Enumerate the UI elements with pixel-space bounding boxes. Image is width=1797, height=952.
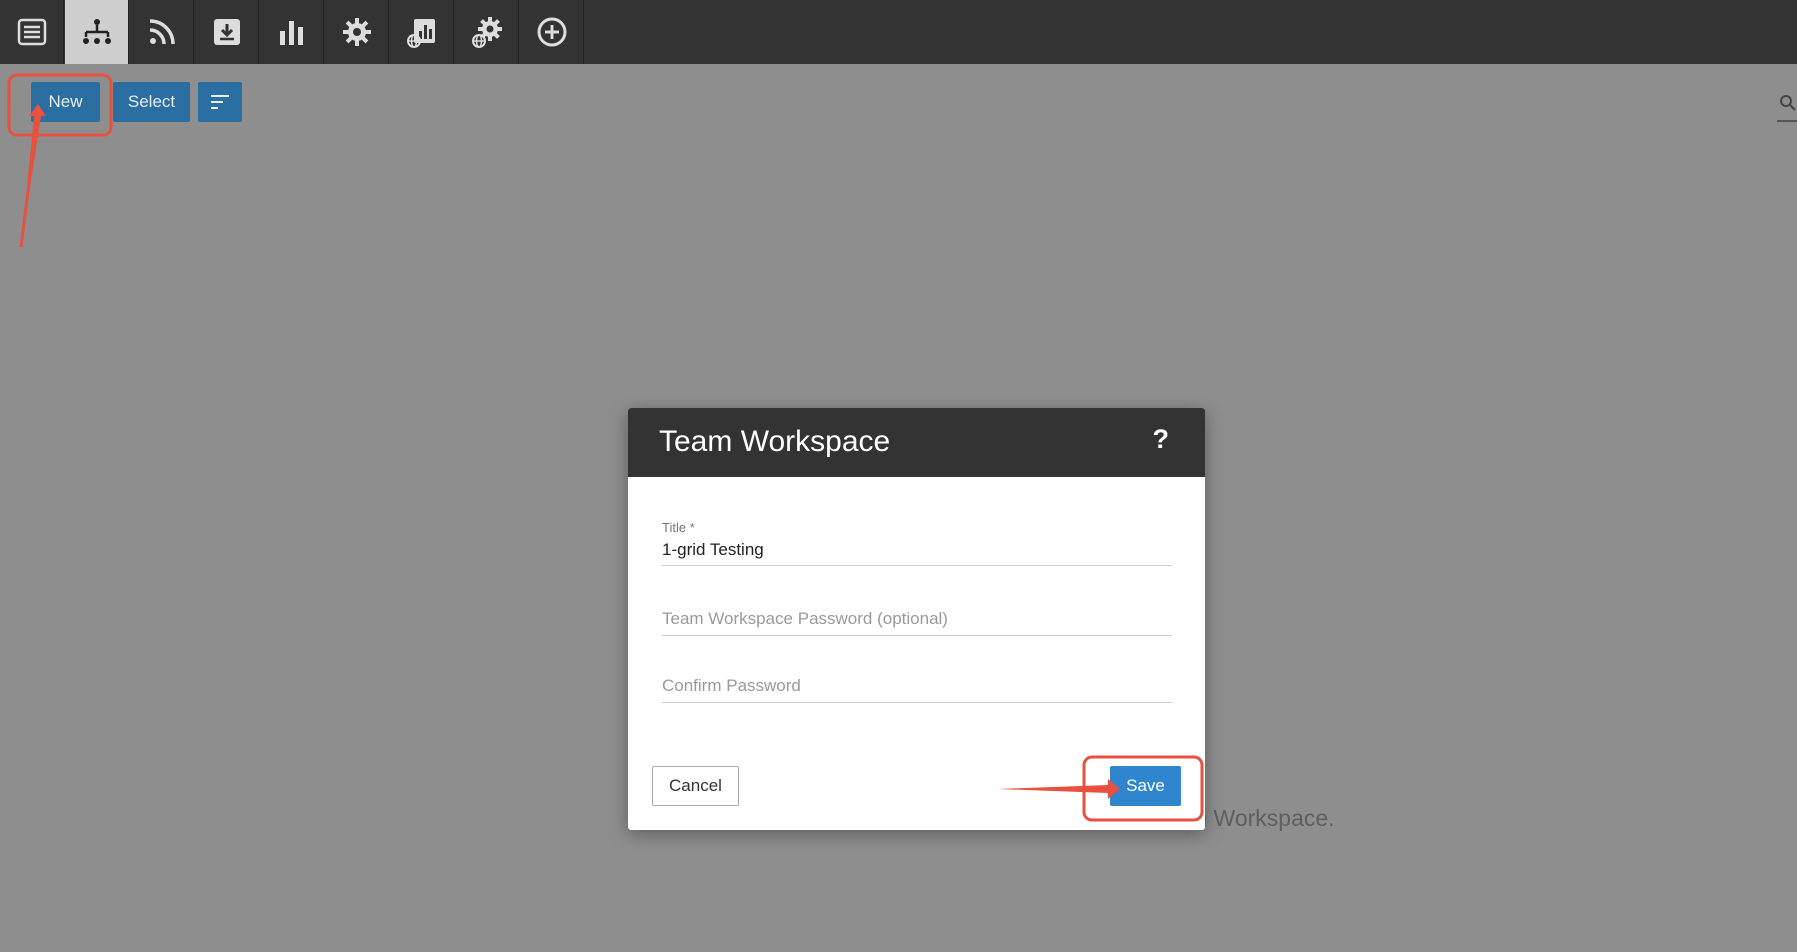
confirm-password-field[interactable]: Confirm Password bbox=[662, 676, 1172, 703]
title-field-value[interactable]: 1-grid Testing bbox=[662, 540, 1172, 565]
help-icon[interactable]: ? bbox=[1153, 424, 1170, 455]
title-field[interactable]: Title * 1-grid Testing bbox=[662, 520, 1172, 566]
password-field[interactable]: Team Workspace Password (optional) bbox=[662, 609, 1172, 636]
team-workspace-dialog: Team Workspace ? Title * 1-grid Testing … bbox=[628, 408, 1205, 830]
save-button[interactable]: Save bbox=[1110, 766, 1181, 806]
cancel-button[interactable]: Cancel bbox=[652, 766, 739, 806]
dialog-header: Team Workspace ? bbox=[628, 408, 1205, 477]
password-placeholder[interactable]: Team Workspace Password (optional) bbox=[662, 609, 1172, 635]
title-field-label: Title * bbox=[662, 520, 695, 535]
confirm-password-placeholder[interactable]: Confirm Password bbox=[662, 676, 1172, 702]
dialog-title: Team Workspace bbox=[659, 425, 891, 458]
